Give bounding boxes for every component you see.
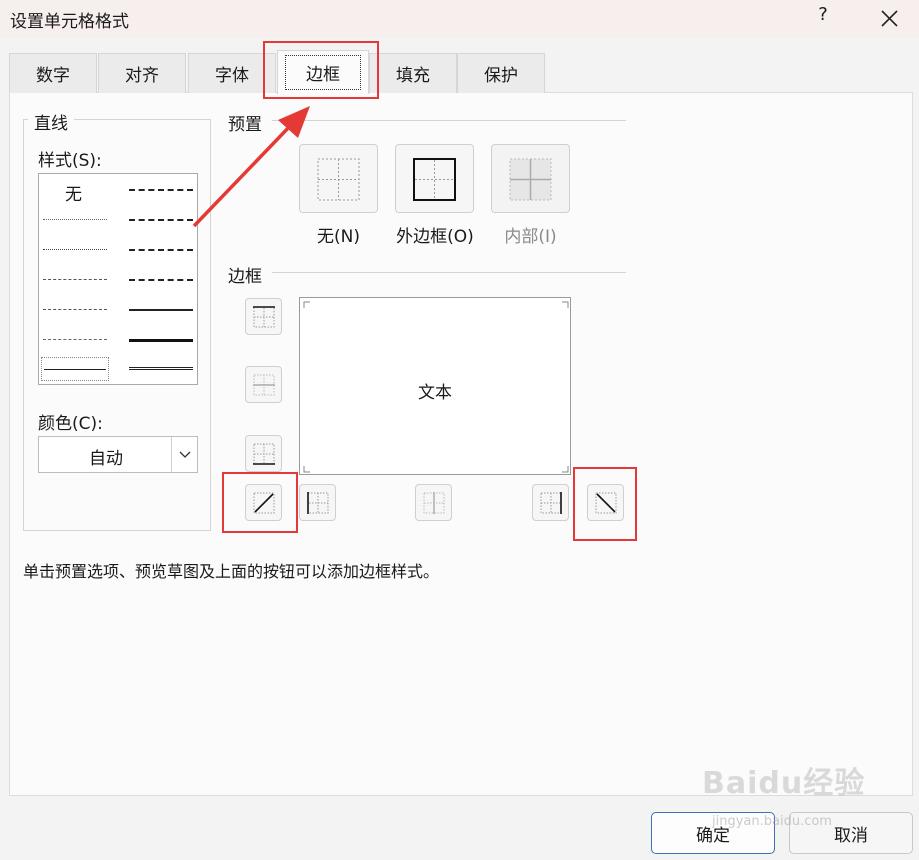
- tab-label: 填充: [396, 66, 430, 86]
- tab-fill[interactable]: 填充: [369, 53, 457, 93]
- color-label: 颜色(C):: [38, 414, 103, 434]
- tab-label: 边框: [285, 55, 361, 90]
- color-value: 自动: [89, 449, 123, 469]
- annotation-arrow: [192, 106, 310, 228]
- border-left-icon: [307, 492, 329, 514]
- style-label: 样式(S):: [38, 151, 102, 171]
- line-style-dash-dot[interactable]: [43, 309, 107, 310]
- line-style-dotted[interactable]: [43, 249, 107, 250]
- border-inside-vertical-icon: [423, 492, 445, 514]
- chevron-down-icon: [179, 451, 191, 458]
- color-dropdown[interactable]: 自动: [38, 436, 198, 473]
- border-right-button[interactable]: [532, 484, 569, 521]
- preset-inside-icon: [509, 158, 552, 201]
- line-style-none[interactable]: 无: [65, 180, 82, 205]
- close-icon: [881, 10, 898, 27]
- watermark-url: jingyan.baidu.com: [712, 814, 832, 829]
- tab-label: 保护: [484, 66, 518, 86]
- hint-text: 单击预置选项、预览草图及上面的按钮可以添加边框样式。: [23, 562, 440, 581]
- preview-text: 文本: [418, 383, 452, 403]
- line-style-dash-dot-dot[interactable]: [43, 279, 107, 280]
- line-style-medium-dash-dot[interactable]: [129, 249, 193, 251]
- tab-border[interactable]: 边框: [277, 50, 369, 94]
- border-inside-horizontal-icon: [253, 374, 275, 396]
- annotation-box-diagonal-down: [573, 467, 637, 541]
- border-left-button[interactable]: [299, 484, 336, 521]
- border-group-label: 边框: [228, 267, 262, 287]
- border-top-icon: [253, 306, 275, 328]
- line-style-thin-selected[interactable]: [41, 357, 109, 381]
- tab-protection[interactable]: 保护: [457, 53, 545, 93]
- watermark-logo: Baidu经验: [702, 766, 866, 801]
- help-button[interactable]: ?: [810, 4, 836, 32]
- tab-label: 字体: [215, 66, 249, 86]
- preset-inside-button[interactable]: [491, 144, 570, 213]
- line-style-medium[interactable]: [129, 309, 193, 311]
- border-bottom-button[interactable]: [245, 435, 282, 472]
- close-button[interactable]: [872, 2, 906, 34]
- line-group-label: 直线: [28, 109, 74, 134]
- title-bar: [0, 0, 919, 38]
- preset-outline-button[interactable]: [395, 144, 474, 213]
- tab-alignment[interactable]: 对齐: [98, 53, 186, 93]
- border-inside-vertical-button[interactable]: [415, 484, 452, 521]
- border-bottom-icon: [253, 443, 275, 465]
- preset-outline-label: 外边框(O): [396, 227, 474, 247]
- preset-outline-icon: [413, 158, 456, 201]
- tab-label: 数字: [36, 66, 70, 86]
- line-style-double[interactable]: [129, 367, 193, 370]
- preset-inside-label: 内部(I): [504, 227, 557, 247]
- dialog-title: 设置单元格格式: [10, 12, 129, 32]
- border-right-icon: [540, 492, 562, 514]
- line-style-dashed-thin[interactable]: [43, 339, 107, 340]
- border-separator: [272, 272, 626, 273]
- line-style-list[interactable]: 无: [38, 173, 198, 385]
- dropdown-toggle[interactable]: [171, 437, 197, 472]
- line-style-thick[interactable]: [129, 339, 193, 342]
- annotation-box-diagonal-up: [222, 472, 298, 533]
- border-preview[interactable]: 文本: [299, 297, 571, 475]
- tab-number[interactable]: 数字: [9, 53, 97, 93]
- tab-label: 对齐: [125, 66, 159, 86]
- border-top-button[interactable]: [245, 298, 282, 335]
- border-inside-horizontal-button[interactable]: [245, 366, 282, 403]
- line-style-medium-dashed[interactable]: [129, 279, 193, 281]
- line-style-hair[interactable]: [43, 219, 107, 220]
